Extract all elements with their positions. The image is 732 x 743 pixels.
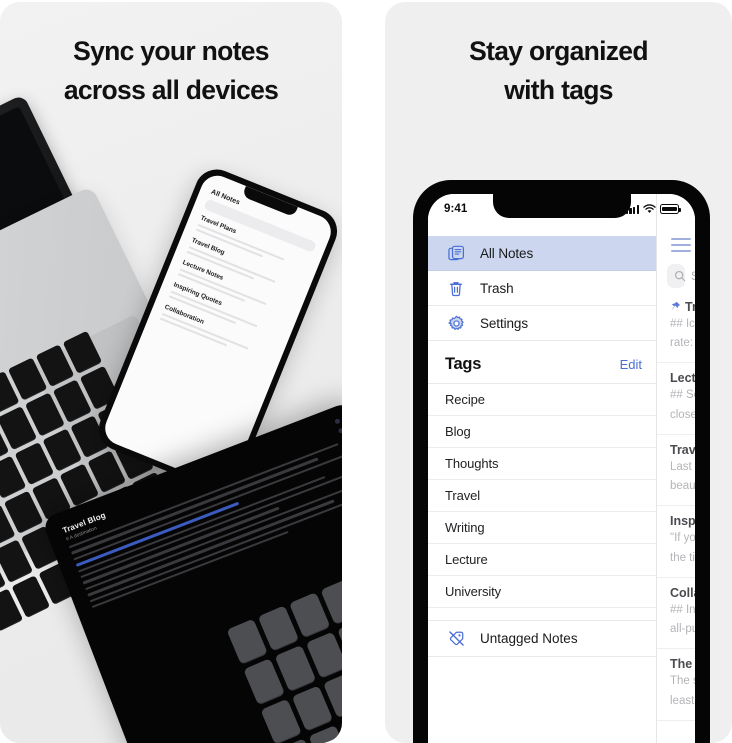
note-title: Travel: [685, 299, 695, 314]
notes-list-pane: Search Travel ## Icel rate: 0.: [656, 194, 695, 743]
search-placeholder: Search: [691, 269, 695, 283]
note-list-item[interactable]: Collab ## Ing all-pur: [657, 586, 695, 650]
note-list-item[interactable]: Travel ## Icel rate: 0.: [657, 300, 695, 364]
screenshot-stage: All Notes Travel Plans Travel Blog Lectu…: [0, 0, 732, 743]
note-snippet-line: ## Ing: [670, 603, 695, 616]
notes-stack-icon: [445, 245, 467, 262]
note-snippet-line: least o: [670, 694, 695, 707]
sidebar-item-label: Settings: [480, 315, 528, 331]
iphone-screen: 9:41 All Notes Trash Settings Tags Edit …: [428, 194, 695, 743]
gear-icon: [445, 315, 467, 332]
right-heading-line-1: Stay organized: [469, 36, 648, 66]
note-list-item[interactable]: Inspir "If you the tim: [657, 514, 695, 578]
note-snippet-line: all-pur: [670, 623, 695, 636]
tags-section-header: Tags Edit: [428, 341, 656, 384]
tags-list-spacer: [428, 608, 656, 621]
search-input[interactable]: Search: [667, 263, 695, 288]
note-snippet-line: ## Ser: [670, 389, 695, 402]
note-snippet-line: Last m: [670, 460, 695, 473]
note-title: Lectu: [670, 371, 695, 386]
pin-icon: [670, 301, 681, 312]
left-heading-line-2: across all devices: [63, 74, 279, 105]
tags-edit-button[interactable]: Edit: [620, 357, 642, 372]
iphone-notch: [492, 194, 631, 218]
note-title: Travel: [670, 442, 695, 457]
tags-title: Tags: [445, 355, 482, 373]
note-snippet-line: closely: [670, 408, 695, 421]
tag-item[interactable]: Travel: [428, 480, 656, 512]
note-snippet-line: "If you: [670, 532, 695, 545]
note-list-item[interactable]: Travel Last m beautif: [657, 443, 695, 507]
tag-item[interactable]: Thoughts: [428, 448, 656, 480]
right-heading-line-2: with tags: [504, 74, 613, 105]
note-snippet-line: ## Icel: [670, 317, 695, 330]
sidebar-menu-pane: All Notes Trash Settings Tags Edit Recip…: [428, 194, 656, 743]
iphone-device-frame: 9:41 All Notes Trash Settings Tags Edit …: [413, 180, 710, 743]
note-list-item[interactable]: The V The se least o: [657, 657, 695, 721]
sidebar-item-label: Untagged Notes: [480, 631, 578, 646]
tag-item[interactable]: Writing: [428, 512, 656, 544]
tag-slash-icon: [445, 630, 467, 647]
app-store-screenshot-left: All Notes Travel Plans Travel Blog Lectu…: [0, 2, 342, 743]
sidebar-item-label: Trash: [480, 280, 514, 296]
sidebar-item-settings[interactable]: Settings: [428, 306, 656, 341]
search-icon: [674, 270, 686, 282]
note-list-item[interactable]: Lectu ## Ser closely: [657, 371, 695, 435]
left-panel-heading: Sync your notes across all devices: [0, 32, 342, 110]
sidebar-item-untagged-notes[interactable]: Untagged Notes: [428, 621, 656, 657]
trash-icon: [445, 280, 467, 297]
note-snippet-line: the tim: [670, 551, 695, 564]
note-title: Inspir: [670, 514, 695, 529]
sidebar-item-label: All Notes: [480, 245, 534, 261]
tag-item[interactable]: Recipe: [428, 384, 656, 416]
note-snippet-line: beautif: [670, 480, 695, 493]
tag-item[interactable]: Blog: [428, 416, 656, 448]
tag-item[interactable]: University: [428, 576, 656, 608]
app-store-screenshot-right: Stay organized with tags 9:41 All Notes …: [385, 2, 732, 743]
note-snippet-line: The se: [670, 675, 695, 688]
note-snippet-line: rate: 0.: [670, 337, 695, 350]
sidebar-item-trash[interactable]: Trash: [428, 271, 656, 306]
left-heading-line-1: Sync your notes: [73, 36, 269, 66]
sidebar-item-all-notes[interactable]: All Notes: [428, 236, 656, 271]
tag-item[interactable]: Lecture: [428, 544, 656, 576]
note-title: The V: [670, 657, 695, 672]
hamburger-menu-icon[interactable]: [671, 238, 691, 252]
devices-photo: All Notes Travel Plans Travel Blog Lectu…: [0, 2, 342, 743]
right-panel-heading: Stay organized with tags: [385, 32, 732, 110]
note-title: Collab: [670, 585, 695, 600]
